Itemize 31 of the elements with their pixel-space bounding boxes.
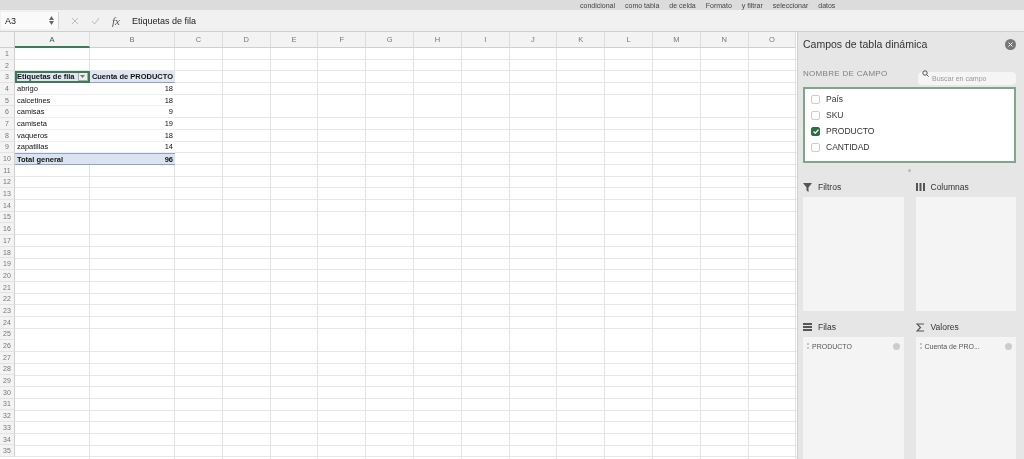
stepper-icon	[49, 16, 54, 25]
field-item[interactable]: País	[811, 92, 1008, 106]
name-box[interactable]: A3	[1, 12, 59, 29]
cancel-icon[interactable]	[71, 16, 79, 25]
checkbox[interactable]	[811, 126, 820, 136]
field-name-label: NOMBRE DE CAMPO	[803, 69, 888, 78]
info-icon[interactable]	[892, 342, 900, 350]
field-item[interactable]: SKU	[811, 108, 1008, 122]
columns-icon	[915, 183, 925, 191]
field-item[interactable]: PRODUCTO	[811, 124, 1008, 138]
filter-dropdown-button[interactable]	[77, 72, 88, 82]
close-button[interactable]	[1005, 38, 1016, 50]
select-all-button[interactable]	[0, 32, 15, 48]
field-item[interactable]: CANTIDAD	[811, 140, 1008, 154]
info-icon[interactable]	[1005, 342, 1012, 350]
function-button[interactable]: fx	[112, 14, 120, 27]
area-label: Filas	[818, 322, 836, 332]
rows-icon	[803, 323, 812, 331]
drag-handle-icon	[919, 342, 922, 349]
area-label: Columnas	[930, 182, 969, 192]
search-icon	[922, 70, 929, 77]
check-icon[interactable]	[91, 16, 100, 25]
caret-icon	[80, 75, 85, 79]
drag-handle-icon	[807, 342, 809, 349]
close-icon	[1008, 41, 1013, 47]
filter-icon	[803, 182, 812, 192]
panel-title: Campos de tabla dinámica	[803, 38, 928, 50]
sigma-icon	[915, 322, 925, 332]
formula-field[interactable]: Etiquetas de fila	[131, 15, 196, 26]
area-label: Filtros	[818, 182, 842, 192]
area-label: Valores	[930, 322, 959, 332]
